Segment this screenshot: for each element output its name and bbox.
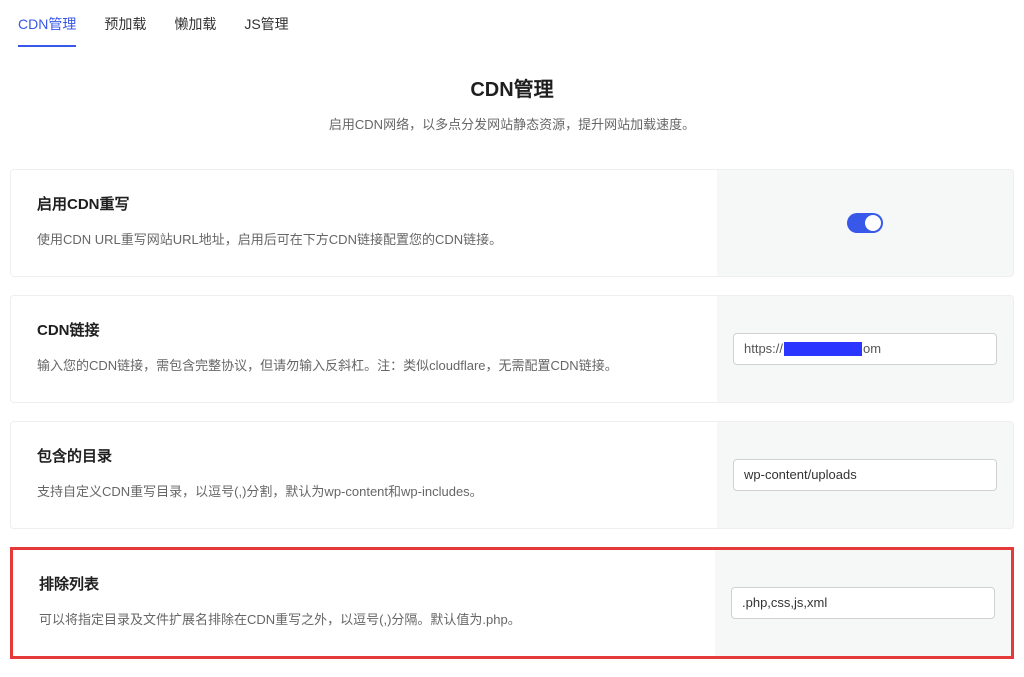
row-exclude-list: 排除列表 可以将指定目录及文件扩展名排除在CDN重写之外，以逗号(,)分隔。默认… bbox=[10, 547, 1014, 659]
row-enable-cdn-right bbox=[717, 170, 1013, 276]
row-cdn-link: CDN链接 输入您的CDN链接，需包含完整协议，但请勿输入反斜杠。注：类似clo… bbox=[10, 295, 1014, 403]
include-dirs-desc: 支持自定义CDN重写目录，以逗号(,)分割，默认为wp-content和wp-i… bbox=[37, 482, 691, 502]
tab-lazyload[interactable]: 懒加载 bbox=[174, 8, 216, 47]
exclude-list-desc: 可以将指定目录及文件扩展名排除在CDN重写之外，以逗号(,)分隔。默认值为.ph… bbox=[39, 610, 689, 630]
row-exclude-list-left: 排除列表 可以将指定目录及文件扩展名排除在CDN重写之外，以逗号(,)分隔。默认… bbox=[13, 550, 715, 656]
enable-cdn-title: 启用CDN重写 bbox=[37, 194, 691, 217]
include-dirs-title: 包含的目录 bbox=[37, 446, 691, 469]
row-enable-cdn-left: 启用CDN重写 使用CDN URL重写网站URL地址，启用后可在下方CDN链接配… bbox=[11, 170, 717, 276]
toggle-knob bbox=[865, 215, 881, 231]
row-include-dirs-left: 包含的目录 支持自定义CDN重写目录，以逗号(,)分割，默认为wp-conten… bbox=[11, 422, 717, 528]
redacted-block bbox=[784, 342, 862, 356]
row-cdn-link-left: CDN链接 输入您的CDN链接，需包含完整协议，但请勿输入反斜杠。注：类似clo… bbox=[11, 296, 717, 402]
settings-page: CDN管理 预加载 懒加载 JS管理 CDN管理 启用CDN网络，以多点分发网站… bbox=[0, 0, 1024, 659]
tab-cdn[interactable]: CDN管理 bbox=[18, 8, 76, 47]
cdn-link-suffix: om bbox=[863, 339, 881, 359]
row-include-dirs: 包含的目录 支持自定义CDN重写目录，以逗号(,)分割，默认为wp-conten… bbox=[10, 421, 1014, 529]
tabs-bar: CDN管理 预加载 懒加载 JS管理 bbox=[10, 0, 1014, 47]
page-subtitle: 启用CDN网络，以多点分发网站静态资源，提升网站加载速度。 bbox=[10, 115, 1014, 135]
page-title: CDN管理 bbox=[10, 75, 1014, 105]
exclude-list-title: 排除列表 bbox=[39, 574, 689, 597]
exclude-list-input[interactable] bbox=[731, 587, 995, 619]
row-exclude-list-right bbox=[715, 550, 1011, 656]
cdn-link-desc: 输入您的CDN链接，需包含完整协议，但请勿输入反斜杠。注：类似cloudflar… bbox=[37, 356, 691, 376]
enable-cdn-desc: 使用CDN URL重写网站URL地址，启用后可在下方CDN链接配置您的CDN链接… bbox=[37, 230, 691, 250]
enable-cdn-toggle[interactable] bbox=[847, 213, 883, 233]
tab-preload[interactable]: 预加载 bbox=[104, 8, 146, 47]
cdn-link-input[interactable]: https:// om bbox=[733, 333, 997, 365]
cdn-link-prefix: https:// bbox=[744, 339, 783, 359]
page-header: CDN管理 启用CDN网络，以多点分发网站静态资源，提升网站加载速度。 bbox=[10, 75, 1014, 135]
row-enable-cdn: 启用CDN重写 使用CDN URL重写网站URL地址，启用后可在下方CDN链接配… bbox=[10, 169, 1014, 277]
include-dirs-input[interactable] bbox=[733, 459, 997, 491]
cdn-link-title: CDN链接 bbox=[37, 320, 691, 343]
row-cdn-link-right: https:// om bbox=[717, 296, 1013, 402]
row-include-dirs-right bbox=[717, 422, 1013, 528]
tab-js[interactable]: JS管理 bbox=[244, 8, 288, 47]
